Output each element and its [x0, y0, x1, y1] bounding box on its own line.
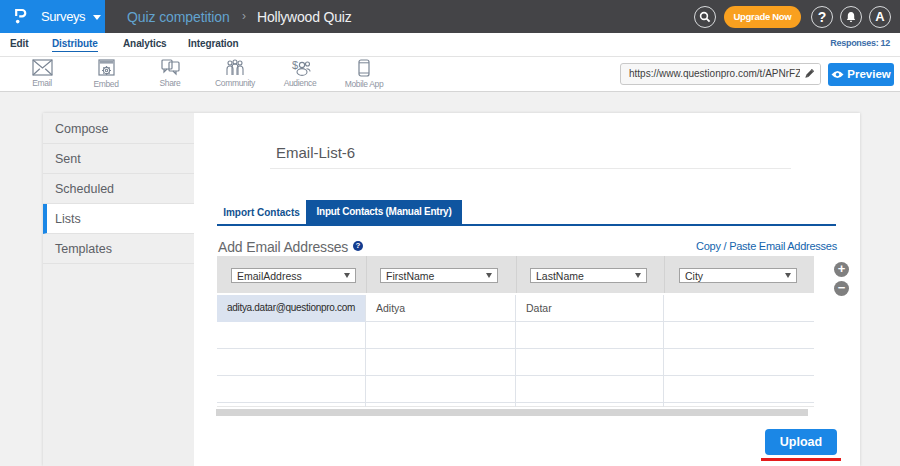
svg-text:$: $	[292, 59, 298, 71]
